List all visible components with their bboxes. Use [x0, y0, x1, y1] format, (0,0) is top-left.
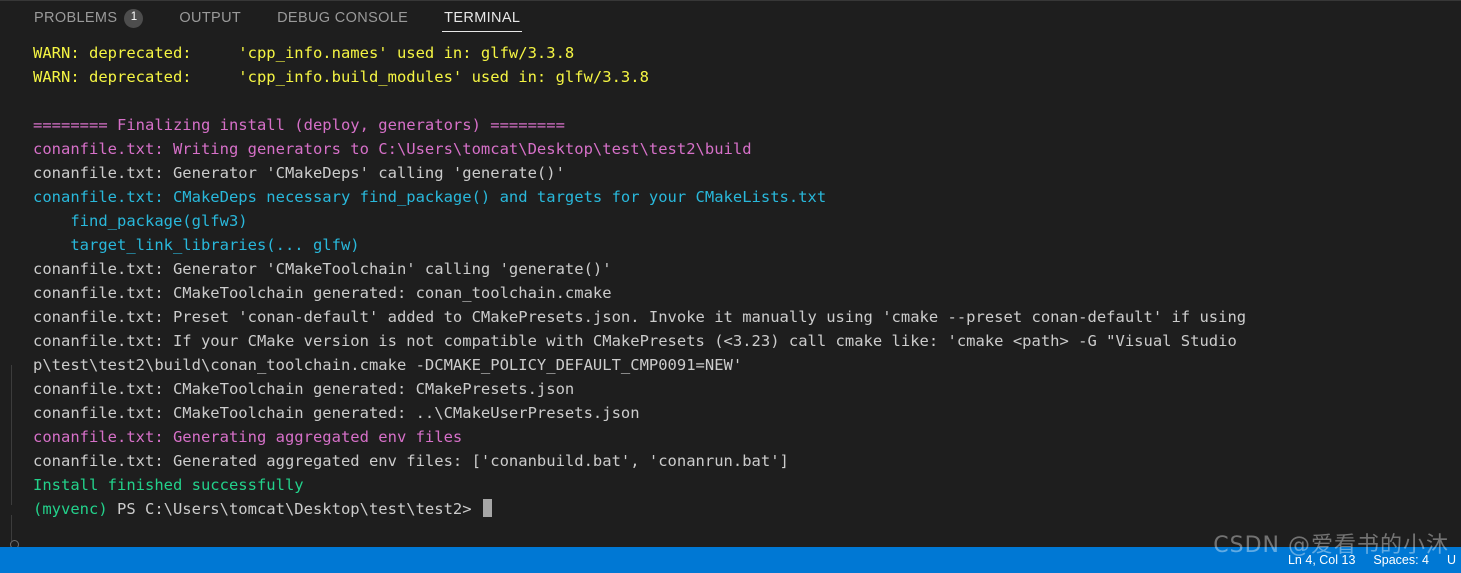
terminal-output[interactable]: WARN: deprecated: 'cpp_info.names' used … [0, 35, 1461, 547]
status-encoding[interactable]: U [1438, 547, 1461, 573]
terminal-line: ======== Finalizing install (deploy, gen… [33, 116, 565, 134]
terminal-cursor [482, 499, 492, 517]
tab-output[interactable]: OUTPUT [177, 1, 243, 35]
terminal-line: conanfile.txt: Generator 'CMakeDeps' cal… [33, 164, 565, 182]
terminal-line: conanfile.txt: CMakeToolchain generated:… [33, 404, 640, 422]
terminal-line: conanfile.txt: Preset 'conan-default' ad… [33, 308, 1247, 326]
tab-terminal-underline [442, 30, 523, 32]
tab-debug-console[interactable]: DEBUG CONSOLE [275, 1, 410, 35]
status-indentation[interactable]: Spaces: 4 [1364, 547, 1438, 573]
prompt-path: PS C:\Users\tomcat\Desktop\test\test2> [107, 500, 481, 518]
panel-tabbar: PROBLEMS 1 OUTPUT DEBUG CONSOLE TERMINAL [0, 1, 1461, 35]
terminal-line: WARN: deprecated: 'cpp_info.build_module… [33, 68, 649, 86]
terminal-line: conanfile.txt: CMakeDeps necessary find_… [33, 188, 827, 206]
status-line-col[interactable]: Ln 4, Col 13 [1279, 547, 1364, 573]
terminal-line: find_package(glfw3) [33, 212, 248, 230]
terminal-line: conanfile.txt: Generating aggregated env… [33, 428, 463, 446]
terminal-line: Install finished successfully [33, 476, 304, 494]
terminal-line: conanfile.txt: CMakeToolchain generated:… [33, 284, 612, 302]
status-bar: Ln 4, Col 13 Spaces: 4 U [0, 547, 1461, 573]
terminal-line: conanfile.txt: Generator 'CMakeToolchain… [33, 260, 612, 278]
terminal-prompt-line[interactable]: (myvenc) PS C:\Users\tomcat\Desktop\test… [0, 497, 1461, 521]
problems-count-badge: 1 [124, 8, 144, 28]
terminal-line: conanfile.txt: CMakeToolchain generated:… [33, 380, 575, 398]
tab-problems[interactable]: PROBLEMS 1 [32, 1, 145, 35]
prompt-venv: (myvenc) [33, 500, 108, 518]
terminal-panel: PROBLEMS 1 OUTPUT DEBUG CONSOLE TERMINAL… [0, 0, 1461, 573]
tab-output-label: OUTPUT [179, 10, 242, 26]
terminal-line: WARN: deprecated: 'cpp_info.names' used … [33, 44, 575, 62]
terminal-line: target_link_libraries(... glfw) [33, 236, 360, 254]
tab-terminal[interactable]: TERMINAL [442, 1, 523, 35]
terminal-line: conanfile.txt: Writing generators to C:\… [33, 140, 752, 158]
tab-terminal-label: TERMINAL [444, 10, 521, 26]
terminal-line: conanfile.txt: Generated aggregated env … [33, 452, 789, 470]
terminal-viewport[interactable]: WARN: deprecated: 'cpp_info.names' used … [0, 35, 1461, 547]
terminal-line: p\test\test2\build\conan_toolchain.cmake… [33, 356, 743, 374]
tab-debug-console-label: DEBUG CONSOLE [277, 10, 409, 26]
tab-problems-label: PROBLEMS [34, 10, 118, 26]
terminal-line: conanfile.txt: If your CMake version is … [33, 332, 1237, 350]
